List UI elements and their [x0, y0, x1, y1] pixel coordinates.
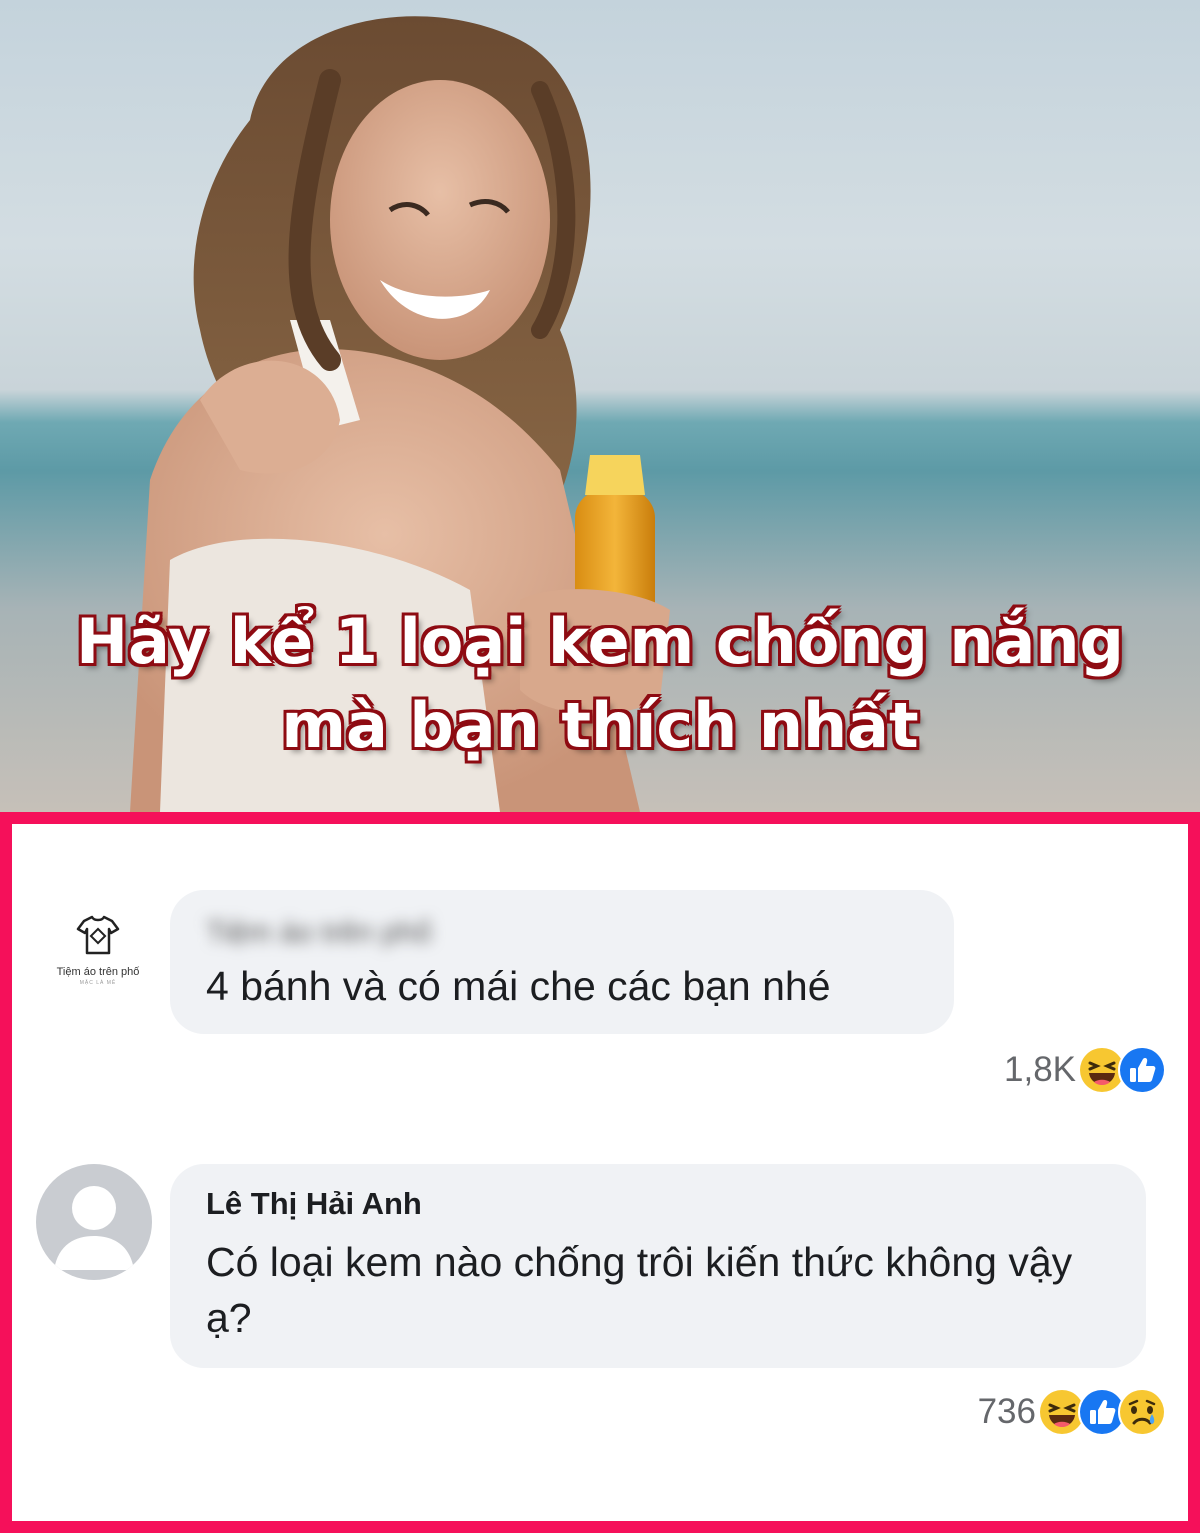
- shop-avatar-label: Tiệm áo trên phố: [56, 965, 140, 978]
- reaction-count: 1,8K: [1004, 1050, 1076, 1089]
- shop-avatar[interactable]: Tiệm áo trên phố MẶC LÀ MÊ: [36, 888, 160, 1012]
- reaction-summary[interactable]: 736: [978, 1388, 1166, 1436]
- user-avatar[interactable]: [36, 1164, 152, 1280]
- headline-line-1: Hãy kể 1 loại kem chống nắng: [76, 605, 1124, 678]
- sad-icon: [1118, 1388, 1166, 1436]
- comment-text: 4 bánh và có mái che các bạn nhé: [206, 963, 831, 1009]
- tshirt-logo-icon: [76, 915, 120, 960]
- headline-line-2: mà bạn thích nhất: [281, 689, 919, 762]
- shop-avatar-sub: MẶC LÀ MÊ: [79, 979, 117, 986]
- hero-photo: Hãy kể 1 loại kem chống nắng mà bạn thíc…: [0, 0, 1200, 812]
- like-icon: [1118, 1046, 1166, 1094]
- comment-bubble: Tiệm áo trên phố 4 bánh và có mái che cá…: [170, 890, 954, 1034]
- comment-bubble: Lê Thị Hải Anh Có loại kem nào chống trô…: [170, 1164, 1146, 1368]
- default-user-icon: [36, 1186, 152, 1280]
- comment-author[interactable]: Lê Thị Hải Anh: [206, 1186, 422, 1222]
- post-headline: Hãy kể 1 loại kem chống nắng mà bạn thíc…: [0, 600, 1200, 768]
- reaction-count: 736: [977, 1392, 1036, 1431]
- comment-text: Có loại kem nào chống trôi kiến thức khô…: [206, 1239, 1073, 1341]
- comment-author-blurred[interactable]: Tiệm áo trên phố: [206, 916, 510, 952]
- reaction-summary[interactable]: 1,8K: [1004, 1046, 1166, 1094]
- comments-panel: Tiệm áo trên phố MẶC LÀ MÊ Tiệm áo trên …: [0, 812, 1200, 1533]
